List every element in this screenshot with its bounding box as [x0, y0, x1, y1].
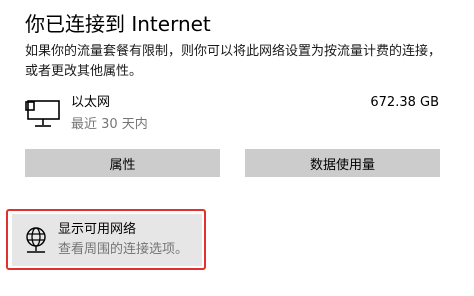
connection-name: 以太网 — [71, 95, 111, 110]
connection-usage: 672.38 GB — [370, 95, 439, 110]
show-available-networks-label: 显示可用网络 — [58, 222, 137, 237]
connection-row: 以太网 最近 30 天内 672.38 GB — [25, 92, 445, 138]
properties-button[interactable]: 属性 — [25, 149, 220, 177]
show-available-networks-subtitle: 查看周围的连接选项。 — [58, 242, 189, 257]
show-available-networks-button[interactable]: 显示可用网络 查看周围的连接选项。 — [12, 214, 202, 266]
ethernet-pc-icon — [25, 100, 61, 130]
page-title: 你已连接到 Internet — [25, 12, 211, 36]
status-description: 如果你的流量套餐有限制，则你可以将此网络设置为按流量计费的连接，或者更改其他属性… — [25, 44, 442, 79]
network-status-page: 你已连接到 Internet 如果你的流量套餐有限制，则你可以将此网络设置为按流… — [0, 0, 474, 296]
data-usage-button[interactable]: 数据使用量 — [245, 149, 440, 177]
globe-network-icon — [24, 226, 48, 254]
connection-period: 最近 30 天内 — [71, 117, 148, 132]
